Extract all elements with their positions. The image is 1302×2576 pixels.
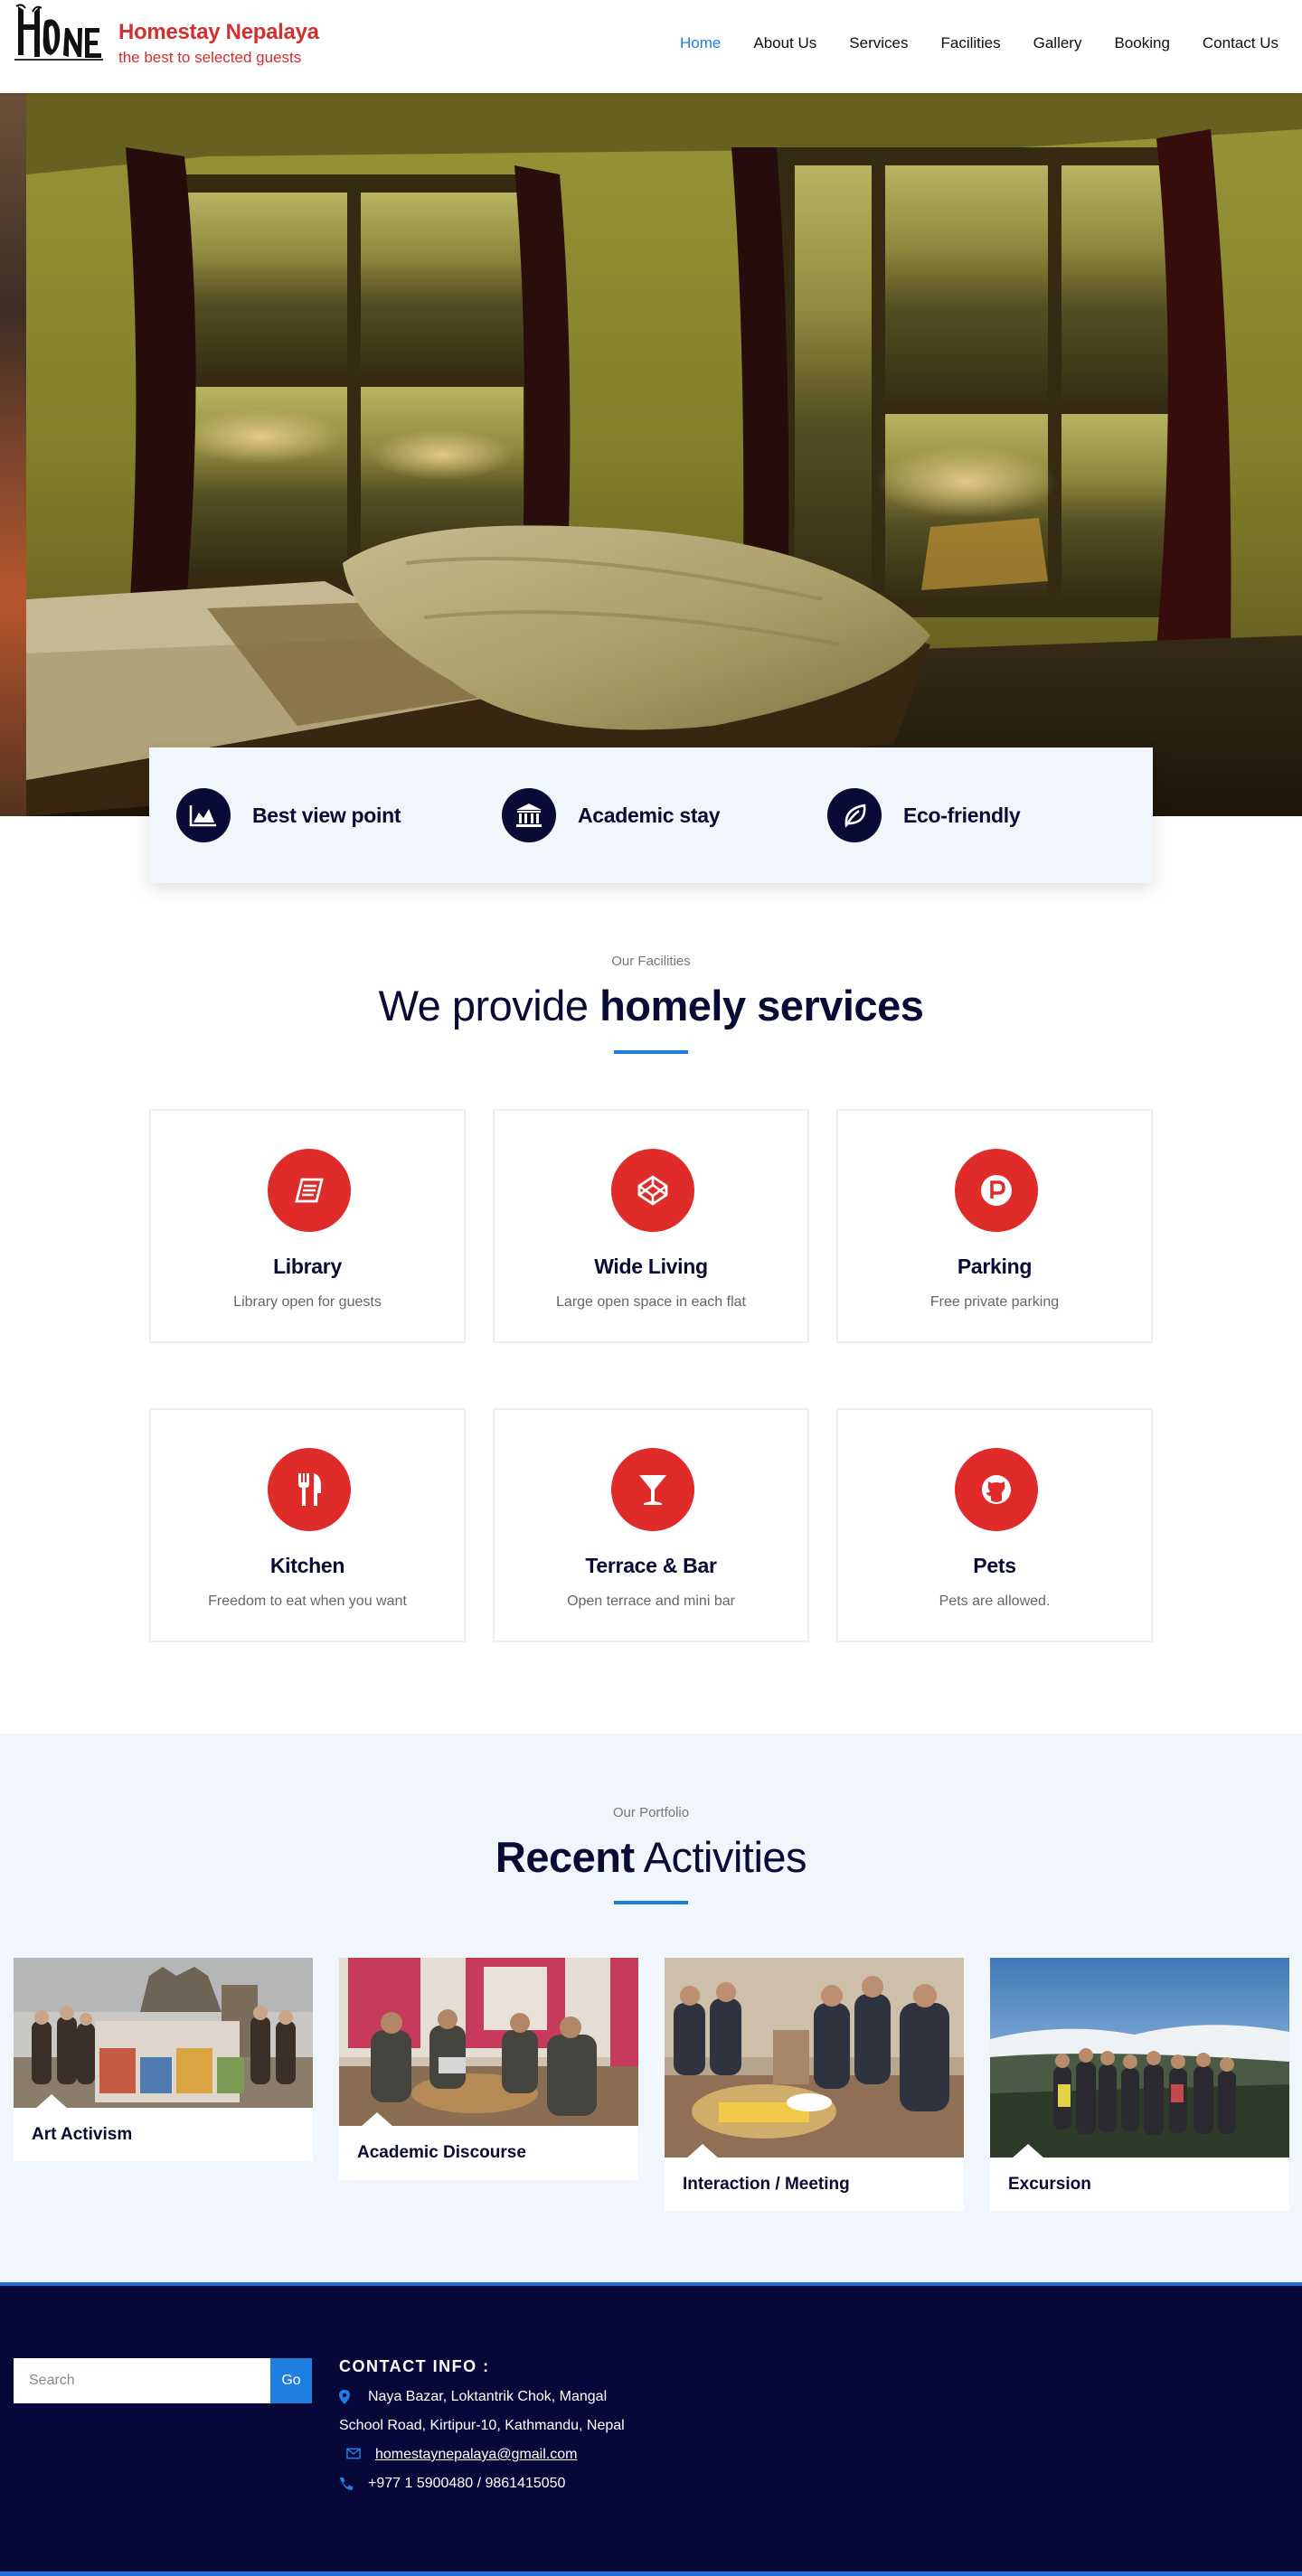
- service-title: Wide Living: [594, 1255, 708, 1278]
- portfolio-card-academic-discourse[interactable]: Academic Discourse: [339, 1958, 638, 2180]
- service-card-kitchen[interactable]: Kitchen Freedom to eat when you want: [149, 1408, 466, 1642]
- facilities-title: We provide homely services: [0, 981, 1302, 1030]
- portfolio-image: [665, 1958, 964, 2158]
- parking-icon: [955, 1149, 1038, 1232]
- feature-eco-friendly: Eco-friendly: [827, 788, 1153, 842]
- phone-number: +977 1 5900480 / 9861415050: [368, 2476, 566, 2491]
- service-card-parking[interactable]: Parking Free private parking: [836, 1109, 1153, 1343]
- service-card-library[interactable]: Library Library open for guests: [149, 1109, 466, 1343]
- mountain-chart-icon: [176, 788, 231, 842]
- nav-gallery[interactable]: Gallery: [1017, 34, 1099, 52]
- service-card-pets[interactable]: Pets Pets are allowed.: [836, 1408, 1153, 1642]
- utensils-icon: [268, 1448, 351, 1531]
- portfolio-card-art-activism[interactable]: Art Activism: [14, 1958, 313, 2161]
- academic-discourse-photo: [339, 1958, 638, 2126]
- feature-highlights: Best view point Academic stay Eco-friend…: [149, 747, 1153, 883]
- github-cat-icon: [955, 1448, 1038, 1531]
- portfolio-label: Excursion: [1008, 2174, 1091, 2194]
- site-footer: [0, 2282, 1302, 2576]
- brand-name[interactable]: Homestay Nepalaya: [118, 20, 319, 45]
- service-desc: Free private parking: [929, 1294, 1060, 1310]
- brand-tagline: the best to selected guests: [118, 49, 302, 66]
- service-desc: Large open space in each flat: [556, 1294, 746, 1310]
- portfolio-title: Recent Activities: [0, 1832, 1302, 1882]
- previous-slide-edge[interactable]: [0, 93, 26, 816]
- feature-label: Eco-friendly: [903, 803, 1021, 827]
- nav-services[interactable]: Services: [833, 34, 924, 52]
- service-card-terrace-bar[interactable]: Terrace & Bar Open terrace and mini bar: [493, 1408, 809, 1642]
- portfolio-image: [14, 1958, 313, 2108]
- search-input[interactable]: [14, 2358, 270, 2403]
- phone-icon: [339, 2477, 354, 2491]
- contact-email: homestaynepalaya@gmail.com: [346, 2447, 577, 2463]
- footer-search-form: Go: [14, 2358, 312, 2403]
- portfolio-card-interaction-meeting[interactable]: Interaction / Meeting: [665, 1958, 964, 2211]
- portfolio-label: Interaction / Meeting: [683, 2174, 850, 2194]
- hero-bedroom-image: [26, 93, 1302, 816]
- portfolio-image: [339, 1958, 638, 2126]
- portfolio-title-bold: Recent: [495, 1833, 635, 1881]
- feature-academic-stay: Academic stay: [502, 788, 827, 842]
- portfolio-title-underline: [614, 1901, 688, 1904]
- contact-address-line2: School Road, Kirtipur-10, Kathmandu, Nep…: [339, 2418, 625, 2433]
- portfolio-eyebrow: Our Portfolio: [612, 1805, 690, 1820]
- caption-notch: [35, 2094, 68, 2108]
- portfolio-card-excursion[interactable]: Excursion: [990, 1958, 1289, 2211]
- facilities-title-light: We provide: [378, 982, 600, 1029]
- service-card-wide-living[interactable]: Wide Living Large open space in each fla…: [493, 1109, 809, 1343]
- contact-address-line1: Naya Bazar, Loktantrik Chok, Mangal: [339, 2389, 607, 2405]
- nav-contact-us[interactable]: Contact Us: [1186, 34, 1288, 52]
- service-desc: Library open for guests: [233, 1294, 382, 1310]
- top-navbar: Homestay Nepalaya the best to selected g…: [0, 0, 1302, 93]
- service-desc: Pets are allowed.: [939, 1594, 1051, 1609]
- main-nav: Home About Us Services Facilities Galler…: [664, 34, 1288, 52]
- cocktail-icon: [611, 1448, 694, 1531]
- nav-home[interactable]: Home: [664, 34, 737, 52]
- feature-label: Best view point: [252, 803, 401, 827]
- footer-bottom-bar: [0, 2571, 1302, 2576]
- university-icon: [502, 788, 556, 842]
- service-title: Terrace & Bar: [585, 1554, 717, 1577]
- facilities-eyebrow: Our Facilities: [611, 954, 691, 969]
- portfolio-title-light: Activities: [634, 1833, 807, 1881]
- nav-facilities[interactable]: Facilities: [924, 34, 1016, 52]
- portfolio-label: Art Activism: [32, 2124, 133, 2144]
- contact-phone: +977 1 5900480 / 9861415050: [339, 2476, 565, 2492]
- caption-notch: [686, 2144, 719, 2158]
- service-title: Pets: [973, 1554, 1016, 1577]
- search-go-button[interactable]: Go: [270, 2358, 312, 2403]
- map-marker-icon: [339, 2390, 354, 2404]
- facilities-title-underline: [614, 1050, 688, 1054]
- contact-info: CONTACT INFO : Naya Bazar, Loktantrik Ch…: [339, 2357, 625, 2491]
- excursion-photo: [990, 1958, 1289, 2158]
- email-link[interactable]: homestaynepalaya@gmail.com: [375, 2447, 577, 2463]
- hero-slider: [0, 93, 1302, 816]
- nav-booking[interactable]: Booking: [1098, 34, 1185, 52]
- leaf-icon: [827, 788, 882, 842]
- service-desc: Freedom to eat when you want: [208, 1594, 407, 1609]
- portfolio-label: Academic Discourse: [357, 2143, 526, 2162]
- envelope-icon: [346, 2448, 361, 2462]
- facilities-title-bold: homely services: [599, 982, 924, 1029]
- service-desc: Open terrace and mini bar: [567, 1594, 735, 1609]
- service-title: Library: [273, 1255, 342, 1278]
- logo-home-link[interactable]: [14, 3, 103, 64]
- caption-notch: [361, 2112, 393, 2126]
- home-logo-icon: [14, 4, 103, 61]
- book-icon: [268, 1149, 351, 1232]
- portfolio-image: [990, 1958, 1289, 2158]
- art-activism-photo: [14, 1958, 313, 2108]
- service-title: Kitchen: [269, 1554, 345, 1577]
- caption-notch: [1012, 2144, 1044, 2158]
- feature-best-view-point: Best view point: [176, 788, 502, 842]
- codepen-icon: [611, 1149, 694, 1232]
- address-line1: Naya Bazar, Loktantrik Chok, Mangal: [368, 2389, 608, 2404]
- feature-label: Academic stay: [578, 803, 721, 827]
- interaction-meeting-photo: [665, 1958, 964, 2158]
- contact-heading: CONTACT INFO :: [339, 2357, 490, 2375]
- service-title: Parking: [957, 1255, 1033, 1278]
- brand: Homestay Nepalaya the best to selected g…: [118, 20, 319, 67]
- nav-about-us[interactable]: About Us: [737, 34, 833, 52]
